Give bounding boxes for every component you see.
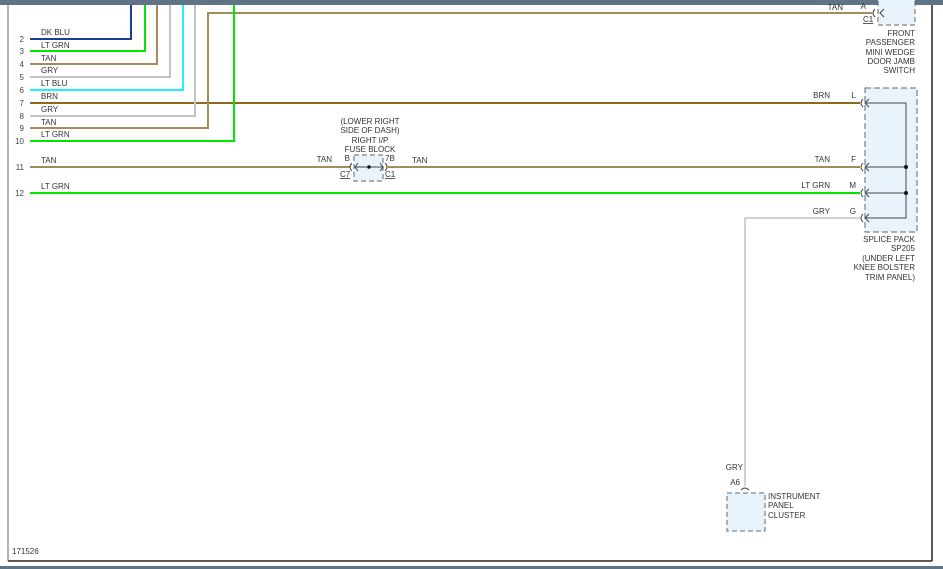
wire-color: TAN (41, 156, 57, 165)
svg-text:A: A (861, 2, 867, 11)
svg-text:PANEL: PANEL (768, 501, 794, 510)
svg-text:(LOWER RIGHT: (LOWER RIGHT (340, 117, 399, 126)
wire-num: 6 (20, 86, 25, 95)
svg-text:SPLICE PACK: SPLICE PACK (863, 235, 916, 244)
svg-text:7B: 7B (385, 154, 395, 163)
svg-text:M: M (849, 181, 856, 190)
wire-color: GRY (41, 105, 59, 114)
svg-text:C1: C1 (385, 170, 396, 179)
wire-num: 8 (20, 112, 25, 121)
svg-text:GRY: GRY (813, 207, 831, 216)
svg-text:TAN: TAN (815, 155, 831, 164)
svg-text:(UNDER LEFT: (UNDER LEFT (862, 254, 915, 263)
wire-num: 3 (20, 47, 25, 56)
svg-text:SIDE OF DASH): SIDE OF DASH) (340, 126, 399, 135)
wire-num: 4 (20, 60, 25, 69)
diagram-id: 171526 (12, 547, 39, 556)
wire-color: DK BLU (41, 28, 70, 37)
wire-color: GRY (41, 66, 59, 75)
door-jamb-switch: TAN A C1 FRONT PASSENGER MINI WEDGE DOOR… (828, 0, 916, 75)
svg-text:RIGHT I/P: RIGHT I/P (352, 136, 389, 145)
svg-text:SP205: SP205 (891, 244, 916, 253)
svg-text:C1: C1 (863, 15, 874, 24)
wire-num: 11 (16, 163, 25, 172)
svg-text:FUSE BLOCK: FUSE BLOCK (345, 145, 396, 154)
wire-num: 9 (20, 124, 25, 133)
wire-num: 12 (15, 189, 24, 198)
wire-color: TAN (41, 54, 57, 63)
svg-text:PASSENGER: PASSENGER (866, 38, 915, 47)
instrument-panel-cluster: GRY A6 INSTRUMENT PANEL CLUSTER (726, 463, 821, 532)
svg-text:KNEE BOLSTER: KNEE BOLSTER (854, 263, 916, 272)
svg-text:GRY: GRY (726, 463, 744, 472)
svg-text:TAN: TAN (317, 155, 333, 164)
svg-text:G: G (850, 207, 856, 216)
svg-text:CLUSTER: CLUSTER (768, 511, 806, 520)
svg-text:FRONT: FRONT (887, 29, 915, 38)
wire-gry-cluster (744, 217, 860, 486)
wire-color: BRN (41, 92, 58, 101)
wiring-diagram: 2 DK BLU 3 LT GRN 4 TAN 5 GRY 6 LT BLU 7… (0, 0, 943, 569)
wire-num: 2 (20, 35, 25, 44)
svg-text:MINI WEDGE: MINI WEDGE (866, 48, 915, 57)
wire-color: LT GRN (41, 41, 70, 50)
svg-text:DOOR JAMB: DOOR JAMB (867, 57, 915, 66)
wire-color: LT GRN (41, 130, 70, 139)
svg-text:TAN: TAN (828, 3, 844, 12)
svg-text:TRIM PANEL): TRIM PANEL) (865, 273, 915, 282)
wire-color: TAN (41, 118, 57, 127)
svg-text:A6: A6 (730, 478, 740, 487)
wire-color: LT BLU (41, 79, 68, 88)
fuse-block: (LOWER RIGHT SIDE OF DASH) RIGHT I/P FUS… (317, 117, 428, 182)
svg-text:INSTRUMENT: INSTRUMENT (768, 492, 821, 501)
svg-text:C7: C7 (340, 170, 351, 179)
wire-num: 10 (15, 137, 24, 146)
svg-text:B: B (345, 154, 350, 163)
svg-text:L: L (852, 91, 857, 100)
top-bar (0, 0, 943, 5)
svg-text:LT GRN: LT GRN (801, 181, 830, 190)
splice-pack: BRN L TAN F LT GRN M GRY G SPLICE PACK S… (801, 87, 918, 282)
svg-text:SWITCH: SWITCH (883, 66, 915, 75)
wire-color: LT GRN (41, 182, 70, 191)
svg-text:BRN: BRN (813, 91, 830, 100)
svg-text:TAN: TAN (412, 156, 428, 165)
svg-text:F: F (851, 155, 856, 164)
wire-num: 7 (20, 99, 25, 108)
wire-num: 5 (20, 73, 25, 82)
